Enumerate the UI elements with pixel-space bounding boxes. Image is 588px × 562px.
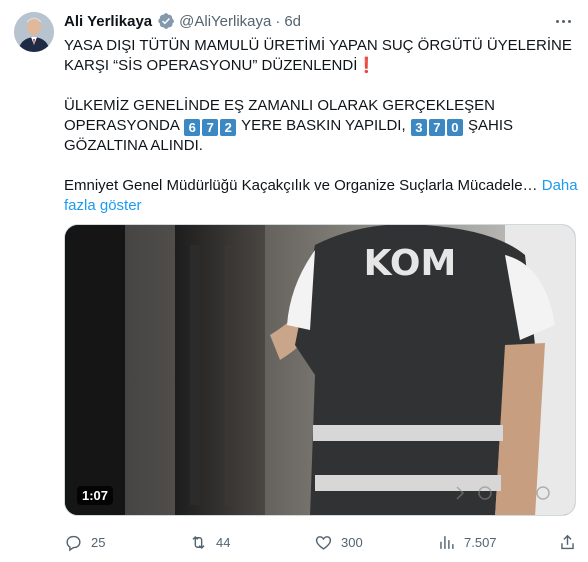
share-button[interactable] — [558, 527, 577, 557]
text-paragraph-3: Emniyet Genel Müdürlüğü Kaçakçılık ve Or… — [64, 176, 584, 216]
tweet-text: YASA DIŞI TÜTÜN MAMULÜ ÜRETİMİ YAPAN SUÇ… — [64, 36, 584, 216]
like-count: 300 — [341, 534, 363, 550]
more-options-icon[interactable] — [552, 10, 574, 32]
reply-count: 25 — [91, 534, 106, 550]
keycap-digit-icon: 3 — [410, 119, 427, 136]
action-bar: 25 44 300 7.507 — [64, 527, 580, 557]
avatar-image — [14, 12, 54, 52]
tweet-time[interactable]: 6d — [284, 13, 301, 30]
header-separator: · — [275, 12, 281, 30]
reply-button[interactable]: 25 — [64, 527, 105, 557]
keycap-digit-icon: 6 — [184, 119, 201, 136]
reply-icon — [66, 535, 81, 551]
text-p2-b: YERE BASKIN YAPILDI, — [241, 117, 406, 134]
avatar[interactable] — [14, 12, 54, 52]
text-p3: Emniyet Genel Müdürlüğü Kaçakçılık ve Or… — [64, 177, 538, 194]
video-player[interactable]: KOM 1:07 — [64, 224, 576, 516]
retweet-count: 44 — [216, 534, 231, 550]
verified-badge-icon — [158, 13, 175, 29]
share-icon — [561, 534, 574, 549]
views-button[interactable]: 7.507 — [437, 527, 497, 557]
author-handle[interactable]: @AliYerlikaya — [179, 13, 271, 30]
video-frame: KOM — [65, 225, 575, 515]
views-chart-icon — [440, 535, 454, 549]
text-paragraph-1: YASA DIŞI TÜTÜN MAMULÜ ÜRETİMİ YAPAN SUÇ… — [64, 36, 584, 76]
heart-icon — [315, 535, 332, 550]
video-duration: 1:07 — [77, 486, 114, 505]
text-line-1: YASA DIŞI TÜTÜN MAMULÜ ÜRETİMİ YAPAN SUÇ… — [64, 37, 572, 74]
retweet-icon — [192, 535, 205, 549]
keycap-digit-icon: 2 — [220, 119, 237, 136]
keycap-digit-icon: 7 — [428, 119, 445, 136]
text-paragraph-2: ÜLKEMİZ GENELİNDE EŞ ZAMANLI OLARAK GERÇ… — [64, 96, 584, 156]
author-name[interactable]: Ali Yerlikaya — [64, 13, 152, 30]
keycap-digit-icon: 7 — [202, 119, 219, 136]
exclamation-emoji-icon: ❗ — [357, 57, 377, 74]
tweet[interactable]: Ali Yerlikaya @AliYerlikaya · 6d YASA DI… — [0, 0, 588, 562]
retweet-button[interactable]: 44 — [189, 527, 230, 557]
keycap-digit-icon: 0 — [446, 119, 463, 136]
views-count: 7.507 — [464, 534, 497, 550]
vest-text: KOM — [364, 243, 457, 284]
like-button[interactable]: 300 — [314, 527, 363, 557]
tweet-header: Ali Yerlikaya @AliYerlikaya · 6d — [64, 11, 301, 31]
